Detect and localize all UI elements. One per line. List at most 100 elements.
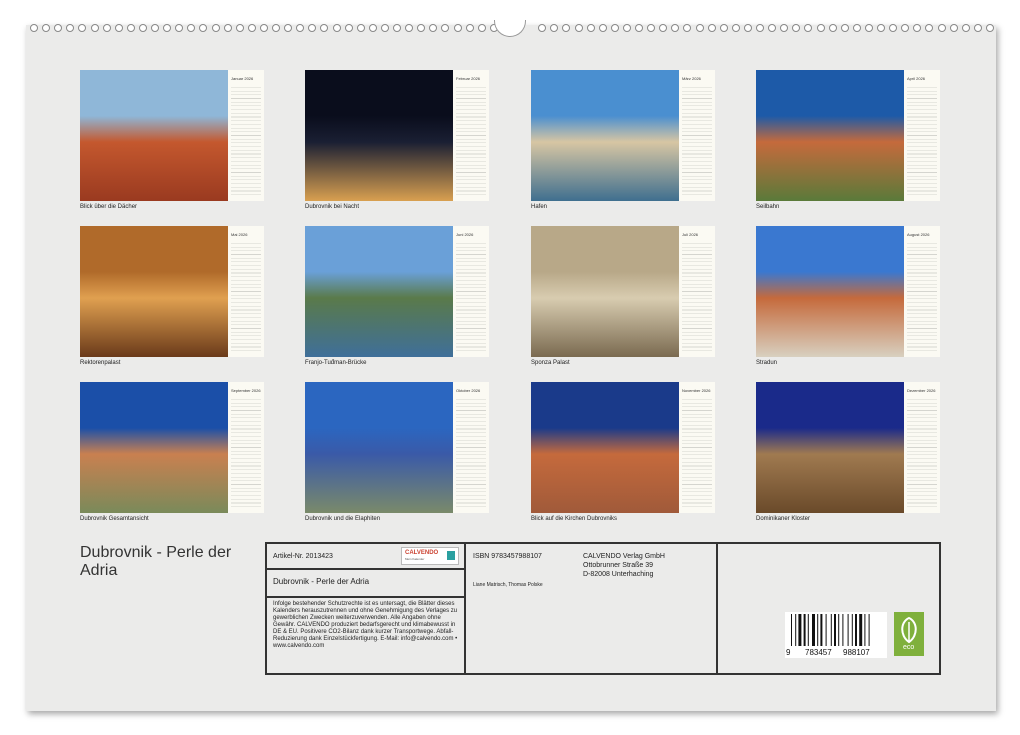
photo-caption: Franjo-Tuđman-Brücke — [305, 360, 367, 366]
barcode-bar — [798, 614, 802, 646]
barcode-bar — [859, 614, 863, 646]
binding-ring — [138, 24, 147, 32]
barcode-bar — [812, 614, 815, 646]
binding-ring — [743, 24, 752, 32]
binding-ring — [828, 24, 837, 32]
binding-ring — [187, 24, 196, 32]
eco-badge: eco — [894, 612, 924, 656]
binding-ring — [175, 24, 184, 32]
binding-ring — [683, 24, 692, 32]
binding-ring — [635, 24, 643, 32]
binding-ring — [199, 24, 208, 32]
planner-lines — [231, 84, 261, 198]
binding-ring — [380, 24, 389, 32]
month-name: August 2026 — [907, 232, 930, 237]
barcode-bar — [847, 614, 849, 646]
month-photo — [80, 70, 228, 201]
month-panel: Dezember 2026 Dominikaner Kloster — [756, 382, 942, 532]
month-panel: April 2026 Seilbahn — [756, 70, 942, 220]
barcode-digits: 9 — [786, 648, 791, 657]
month-name: Mai 2026 — [231, 232, 248, 237]
barcode-bar — [838, 614, 840, 646]
binding-ring — [259, 24, 268, 32]
photo-caption: Hafen — [531, 204, 548, 210]
binding-ring — [429, 24, 438, 32]
barcode-digits: 988107 — [843, 648, 870, 657]
binding-ring — [671, 24, 680, 32]
binding-ring — [707, 24, 716, 32]
binding-ring — [852, 24, 861, 32]
binding-ring — [163, 24, 172, 32]
planner-lines — [907, 240, 937, 354]
binding-ring — [985, 24, 994, 32]
barcode-bar — [868, 614, 870, 646]
binding-ring — [574, 24, 583, 32]
binding-ring — [877, 24, 885, 32]
legal-notice: Infolge bestehender Schutzrechte ist es … — [273, 601, 458, 649]
month-photo — [305, 382, 453, 513]
logo-mark-icon — [447, 551, 455, 560]
month-name: Juli 2026 — [682, 232, 699, 237]
binding-ring — [647, 24, 656, 32]
binding-ring — [405, 24, 414, 32]
month-name: Dezember 2026 — [907, 388, 936, 393]
planner-lines — [682, 84, 712, 198]
barcode-bar — [834, 614, 836, 646]
month-photo — [531, 226, 679, 357]
binding-ring — [296, 24, 305, 32]
photo-caption: Blick über die Dächer — [80, 204, 138, 210]
binding-ring — [126, 24, 135, 32]
binding-ring — [151, 24, 159, 32]
month-planner: Februar 2026 — [453, 70, 489, 201]
month-photo — [756, 382, 904, 513]
binding-ring — [695, 24, 704, 32]
binding-ring — [368, 24, 377, 32]
binding-ring — [562, 24, 571, 32]
binding-ring — [223, 24, 232, 32]
binding-ring — [284, 24, 293, 32]
binding-ring — [550, 24, 559, 32]
planner-lines — [682, 396, 712, 510]
month-planner: April 2026 — [904, 70, 940, 201]
binding-ring — [90, 24, 99, 32]
binding-ring — [465, 24, 474, 32]
photo-caption: Dubrovnik und die Elaphiten — [305, 516, 381, 522]
barcode-bar — [825, 614, 827, 646]
month-panel: Januar 2026 Blick über die Dächer — [80, 70, 266, 220]
planner-lines — [456, 84, 486, 198]
binding-ring — [78, 24, 87, 32]
barcode-bar — [791, 614, 792, 646]
binding-ring — [792, 24, 801, 32]
month-name: September 2026 — [231, 388, 261, 393]
binding-ring — [937, 24, 946, 32]
month-name: März 2026 — [682, 76, 701, 81]
binding-ring — [356, 24, 365, 32]
photo-caption: Dubrovnik Gesamtansicht — [80, 516, 149, 522]
month-photo — [80, 382, 228, 513]
month-photo — [80, 226, 228, 357]
month-panel: November 2026 Blick auf die Kirchen Dubr… — [531, 382, 717, 532]
planner-lines — [907, 84, 937, 198]
photo-caption: Dubrovnik bei Nacht — [305, 204, 360, 210]
binding-ring — [840, 24, 849, 32]
binding-ring — [332, 24, 341, 32]
binding-ring — [272, 24, 280, 32]
photo-caption: Stradun — [756, 360, 778, 366]
barcode-bar — [820, 614, 823, 646]
month-planner: Januar 2026 — [228, 70, 264, 201]
binding-ring — [54, 24, 63, 32]
binding-ring — [864, 24, 873, 32]
binding-ring — [393, 24, 401, 32]
barcode-bar — [851, 614, 853, 646]
binding-ring — [913, 24, 922, 32]
binding-ring — [320, 24, 329, 32]
binding-ring — [66, 24, 75, 32]
binding-ring — [417, 24, 426, 32]
planner-lines — [907, 396, 937, 510]
photo-caption: Dominikaner Kloster — [756, 516, 811, 522]
binding-ring — [114, 24, 123, 32]
calvendo-logo: CALVENDO Mein Kalender — [401, 547, 459, 565]
article-number: Artikel-Nr. 2013423 — [273, 553, 333, 560]
month-panel: Februar 2026 Dubrovnik bei Nacht — [305, 70, 491, 220]
month-panel: August 2026 Stradun — [756, 226, 942, 376]
